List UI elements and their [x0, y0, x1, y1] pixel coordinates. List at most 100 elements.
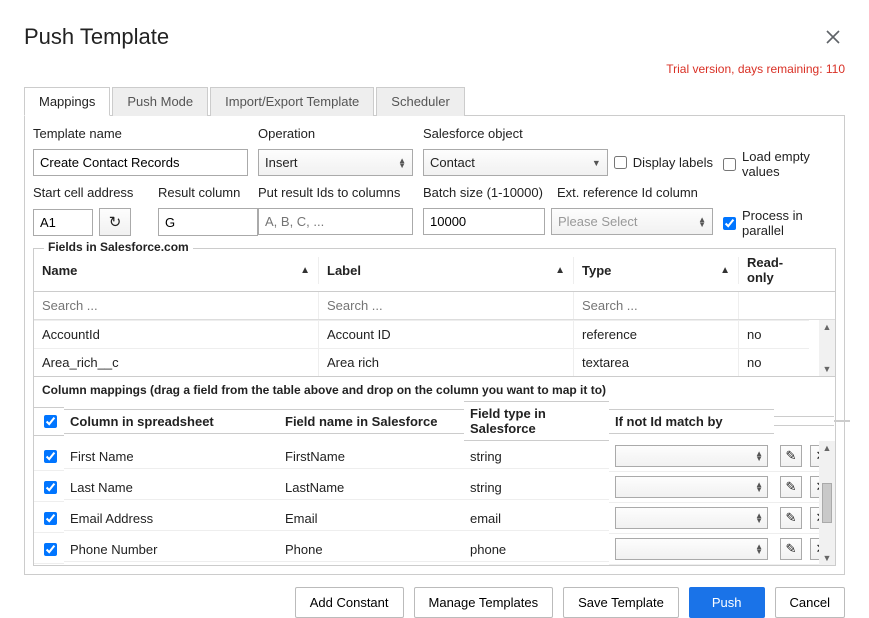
updown-icon: ▲▼ [755, 482, 763, 492]
map-select-all[interactable] [44, 415, 57, 428]
sf-object-label: Salesforce object [423, 126, 713, 141]
ext-ref-placeholder: Please Select [558, 214, 638, 229]
fields-row[interactable]: AccountId Account ID reference no [34, 320, 835, 348]
map-row: Email Address Email email ▲▼ ✎ ✕ [34, 503, 835, 534]
mappings-panel: Template name Operation Salesforce objec… [24, 116, 845, 575]
map-row: First Name FirstName string ▲▼ ✎ ✕ [34, 441, 835, 472]
map-row-check[interactable] [44, 543, 57, 556]
tab-import-export[interactable]: Import/Export Template [210, 87, 374, 116]
map-row: Phone Number Phone phone ▲▼ ✎ ✕ [34, 534, 835, 565]
tab-mappings[interactable]: Mappings [24, 87, 110, 116]
batch-size-input[interactable] [423, 208, 545, 235]
updown-icon: ▲▼ [698, 217, 706, 227]
updown-icon: ▲▼ [755, 544, 763, 554]
map-col-fieldname: Field name in Salesforce [279, 409, 464, 434]
fields-col-label[interactable]: Label▲ [319, 257, 574, 284]
put-result-label: Put result Ids to columns [258, 185, 413, 200]
tab-bar: Mappings Push Mode Import/Export Templat… [24, 86, 845, 116]
close-button[interactable] [821, 25, 845, 49]
caret-down-icon: ▼ [592, 158, 601, 168]
map-col-fieldtype: Field type in Salesforce [464, 401, 609, 441]
batch-size-label: Batch size (1-10000) [423, 185, 551, 200]
template-name-label: Template name [33, 126, 248, 141]
scroll-thumb[interactable] [822, 483, 832, 523]
fields-search-name[interactable] [38, 294, 314, 317]
fields-scrollbar[interactable]: ▲ ▼ [819, 320, 835, 376]
dialog-title: Push Template [24, 24, 169, 50]
pencil-icon: ✎ [786, 479, 797, 495]
mappings-scrollbar[interactable]: ▲ ▼ [819, 441, 835, 565]
match-select[interactable]: ▲▼ [615, 538, 768, 560]
updown-icon: ▲▼ [755, 513, 763, 523]
template-name-input[interactable] [33, 149, 248, 176]
match-select[interactable]: ▲▼ [615, 476, 768, 498]
sf-object-value: Contact [430, 155, 475, 170]
process-parallel-checkbox[interactable]: Process in parallel [723, 208, 836, 238]
sort-icon: ▲ [555, 265, 565, 276]
scroll-up-icon: ▲ [823, 322, 832, 332]
fields-col-type[interactable]: Type▲ [574, 257, 739, 284]
tab-push-mode[interactable]: Push Mode [112, 87, 208, 116]
pencil-icon: ✎ [786, 541, 797, 557]
scroll-down-icon: ▼ [823, 364, 832, 374]
push-button[interactable]: Push [689, 587, 765, 618]
edit-button[interactable]: ✎ [780, 538, 802, 560]
tab-scheduler[interactable]: Scheduler [376, 87, 465, 116]
map-row-check[interactable] [44, 450, 57, 463]
edit-button[interactable]: ✎ [780, 507, 802, 529]
push-template-dialog: Push Template Trial version, days remain… [0, 0, 869, 573]
sf-object-select[interactable]: Contact ▼ [423, 149, 608, 176]
ext-ref-label: Ext. reference Id column [557, 185, 713, 200]
add-constant-button[interactable]: Add Constant [295, 587, 404, 618]
put-result-input[interactable] [258, 208, 413, 235]
pencil-icon: ✎ [786, 448, 797, 464]
dialog-footer: Add Constant Manage Templates Save Templ… [24, 575, 845, 618]
display-labels-text: Display labels [633, 155, 713, 170]
process-parallel-input[interactable] [723, 217, 736, 230]
edit-button[interactable]: ✎ [780, 445, 802, 467]
match-select[interactable]: ▲▼ [615, 445, 768, 467]
scroll-up-icon: ▲ [823, 443, 832, 453]
map-col-spreadsheet: Column in spreadsheet [64, 409, 279, 434]
fields-legend: Fields in Salesforce.com [44, 240, 193, 254]
manage-templates-button[interactable]: Manage Templates [414, 587, 554, 618]
load-empty-checkbox[interactable]: Load empty values [723, 149, 836, 179]
cancel-button[interactable]: Cancel [775, 587, 845, 618]
load-empty-input[interactable] [723, 158, 736, 171]
updown-icon: ▲▼ [755, 451, 763, 461]
map-row: Last Name LastName string ▲▼ ✎ ✕ [34, 472, 835, 503]
match-select[interactable]: ▲▼ [615, 507, 768, 529]
result-col-label: Result column [158, 185, 258, 200]
display-labels-input[interactable] [614, 156, 627, 169]
fields-col-readonly[interactable]: Read-only [739, 249, 809, 291]
display-labels-checkbox[interactable]: Display labels [614, 155, 713, 170]
fields-search-type[interactable] [578, 294, 734, 317]
refresh-button[interactable]: ↻ [99, 208, 131, 236]
sort-icon: ▲ [720, 265, 730, 276]
start-cell-input[interactable] [33, 209, 93, 236]
ext-ref-select[interactable]: Please Select ▲▼ [551, 208, 713, 235]
map-col-match: If not Id match by [609, 409, 774, 434]
sort-icon: ▲ [300, 265, 310, 276]
map-row-check[interactable] [44, 481, 57, 494]
operation-value: Insert [265, 155, 298, 170]
refresh-icon: ↻ [109, 213, 122, 231]
start-cell-label: Start cell address [33, 185, 148, 200]
map-row-check[interactable] [44, 512, 57, 525]
scroll-down-icon: ▼ [823, 553, 832, 563]
edit-button[interactable]: ✎ [780, 476, 802, 498]
fields-search-label[interactable] [323, 294, 569, 317]
operation-label: Operation [258, 126, 413, 141]
trial-banner: Trial version, days remaining: 110 [24, 58, 845, 86]
operation-select[interactable]: Insert ▲▼ [258, 149, 413, 176]
updown-icon: ▲▼ [398, 158, 406, 168]
process-parallel-text: Process in parallel [742, 208, 836, 238]
pencil-icon: ✎ [786, 510, 797, 526]
fields-col-name[interactable]: Name▲ [34, 257, 319, 284]
save-template-button[interactable]: Save Template [563, 587, 679, 618]
result-col-input[interactable] [158, 208, 258, 236]
mappings-hint: Column mappings (drag a field from the t… [34, 376, 835, 401]
fields-table: Fields in Salesforce.com Name▲ Label▲ Ty… [33, 248, 836, 566]
load-empty-text: Load empty values [742, 149, 836, 179]
fields-row[interactable]: Area_rich__c Area rich textarea no [34, 348, 835, 376]
